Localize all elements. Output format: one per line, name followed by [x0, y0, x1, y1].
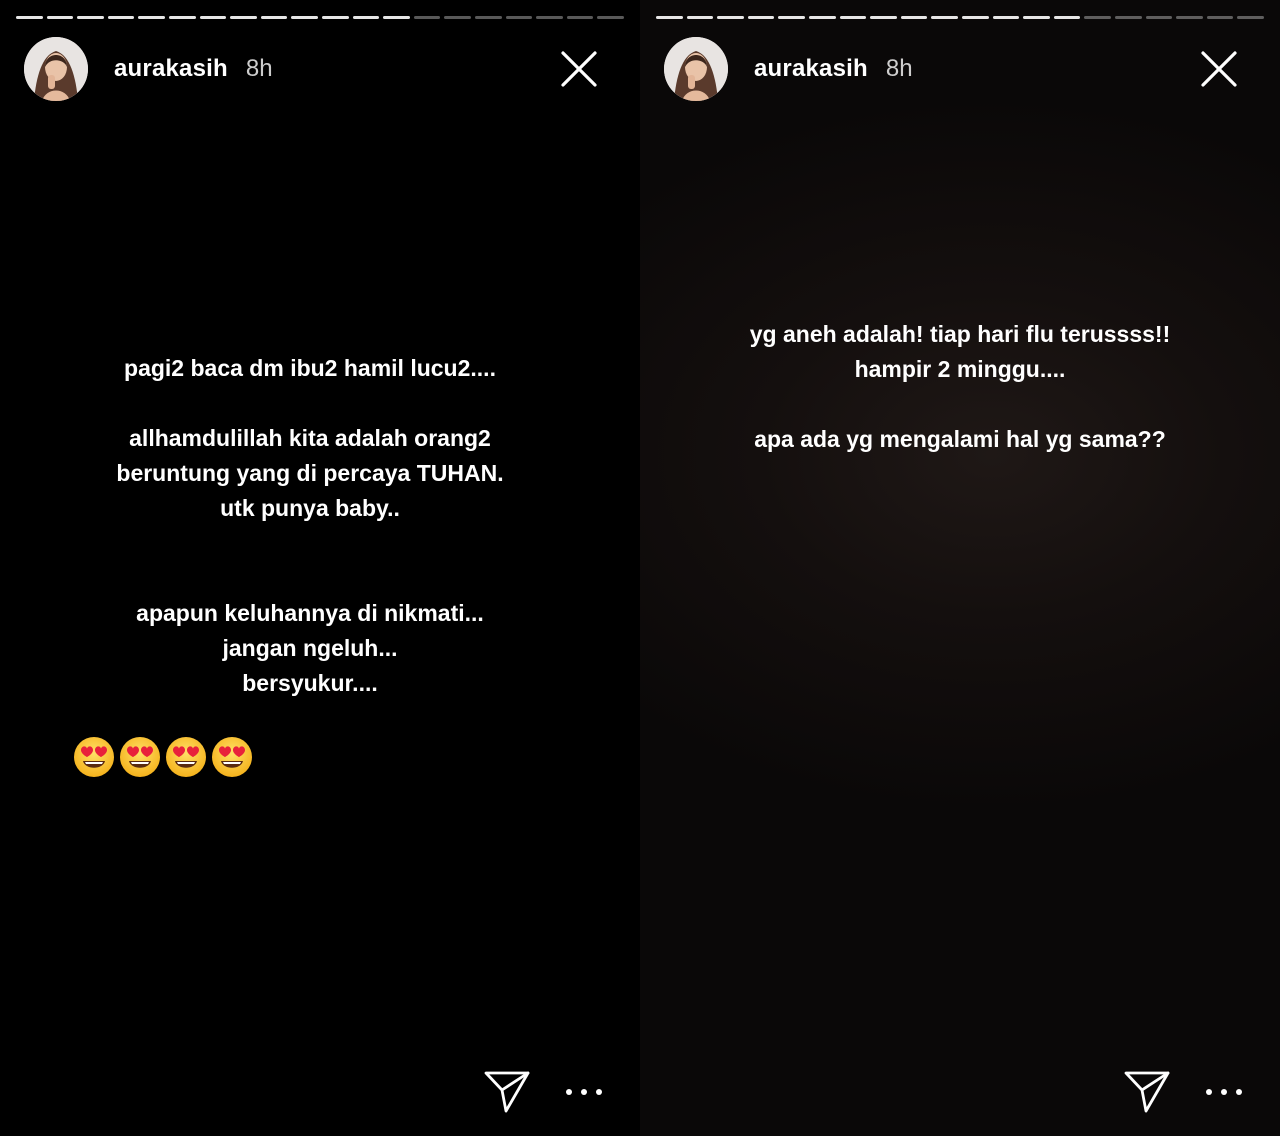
progress-segment: [656, 16, 683, 19]
progress-segment: [413, 16, 441, 19]
progress-segment: [46, 16, 74, 19]
close-button[interactable]: [558, 48, 600, 90]
story-line: apa ada yg mengalami hal yg sama??: [754, 426, 1166, 452]
progress-segment: [839, 16, 867, 19]
send-button[interactable]: [482, 1066, 532, 1116]
progress-segment: [747, 16, 775, 19]
progress-segment: [291, 16, 318, 19]
progress-segment: [16, 16, 43, 19]
avatar[interactable]: [664, 37, 728, 101]
post-time: 8h: [885, 55, 913, 82]
progress-segment: [505, 16, 533, 19]
progress-segment: [1053, 16, 1081, 19]
progress-segment: [321, 16, 349, 19]
avatar-image: [664, 37, 728, 101]
progress-segment: [961, 16, 989, 19]
progress-segment: [230, 16, 257, 19]
progress-segment: [1023, 16, 1050, 19]
send-icon: [484, 1071, 530, 1113]
progress-segment: [992, 16, 1020, 19]
progress-segment: [383, 16, 410, 19]
progress-segment: [870, 16, 897, 19]
progress-segment: [199, 16, 227, 19]
story-text: yg aneh adalah! tiap hari flu terussss!!…: [650, 317, 1270, 457]
progress-segment: [1084, 16, 1111, 19]
username[interactable]: aurakasih: [754, 55, 868, 83]
heart-eyes-emoji: [210, 735, 254, 779]
close-icon: [1201, 51, 1237, 87]
progress-segment: [778, 16, 805, 19]
progress-segment: [1237, 16, 1264, 19]
story-line: hampir 2 minggu....: [854, 356, 1066, 382]
story-panel-left[interactable]: aurakasih 8h pagi2 baca dm ibu2 hamil lu…: [0, 0, 640, 1136]
story-line: allhamdulillah kita adalah orang2: [129, 425, 491, 451]
progress-segment: [168, 16, 196, 19]
more-options-icon: [1206, 1089, 1212, 1095]
progress-segment: [566, 16, 594, 19]
send-icon: [1124, 1071, 1170, 1113]
progress-segment: [536, 16, 563, 19]
story-line: jangan ngeluh...: [222, 635, 398, 661]
heart-eyes-emoji: [164, 735, 208, 779]
story-line: beruntung yang di percaya TUHAN.: [116, 460, 504, 486]
story-header: aurakasih 8h: [664, 36, 1260, 102]
story-viewer: aurakasih 8h pagi2 baca dm ibu2 hamil lu…: [0, 0, 1280, 1136]
story-line: bersyukur....: [242, 670, 378, 696]
progress-segment: [1145, 16, 1173, 19]
story-line: apapun keluhannya di nikmati...: [136, 600, 484, 626]
more-options-icon: [581, 1089, 587, 1095]
progress-segment: [107, 16, 135, 19]
progress-segment: [260, 16, 288, 19]
story-panel-right[interactable]: aurakasih 8h yg aneh adalah! tiap hari f…: [640, 0, 1280, 1136]
progress-segment: [900, 16, 928, 19]
story-text: pagi2 baca dm ibu2 hamil lucu2.... allha…: [0, 351, 620, 701]
story-line: yg aneh adalah! tiap hari flu terussss!!: [749, 321, 1171, 347]
progress-segment: [1206, 16, 1234, 19]
progress-segment: [686, 16, 714, 19]
progress-segment: [352, 16, 380, 19]
progress-segment: [77, 16, 104, 19]
progress-segment: [717, 16, 744, 19]
progress-segment: [931, 16, 958, 19]
progress-segment: [597, 16, 624, 19]
progress-segment: [138, 16, 165, 19]
avatar[interactable]: [24, 37, 88, 101]
send-button[interactable]: [1122, 1066, 1172, 1116]
progress-segment: [444, 16, 471, 19]
story-line: pagi2 baca dm ibu2 hamil lucu2....: [124, 355, 496, 381]
more-options-button[interactable]: [1206, 1080, 1242, 1104]
story-progress-bar: [656, 16, 1264, 19]
close-button[interactable]: [1198, 48, 1240, 90]
progress-segment: [474, 16, 502, 19]
progress-segment: [808, 16, 836, 19]
emoji-row: [72, 735, 254, 779]
close-icon: [561, 51, 597, 87]
more-options-icon: [566, 1089, 572, 1095]
avatar-image: [24, 37, 88, 101]
heart-eyes-emoji: [72, 735, 116, 779]
heart-eyes-emoji: [118, 735, 162, 779]
post-time: 8h: [245, 55, 273, 82]
more-options-button[interactable]: [566, 1080, 602, 1104]
story-header: aurakasih 8h: [24, 36, 620, 102]
story-progress-bar: [16, 16, 624, 19]
more-options-icon: [1221, 1089, 1227, 1095]
progress-segment: [1114, 16, 1142, 19]
story-line: utk punya baby..: [220, 495, 400, 521]
more-options-icon: [596, 1089, 602, 1095]
more-options-icon: [1236, 1089, 1242, 1095]
username[interactable]: aurakasih: [114, 55, 228, 83]
progress-segment: [1176, 16, 1203, 19]
